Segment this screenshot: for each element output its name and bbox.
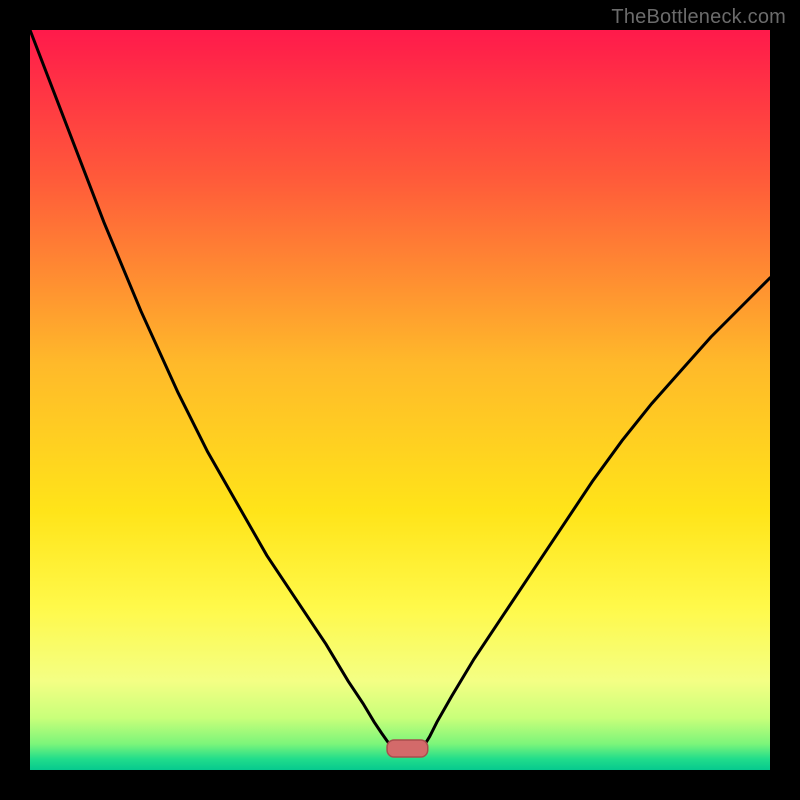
gradient-background (30, 30, 770, 770)
chart-frame: TheBottleneck.com (0, 0, 800, 800)
watermark-text: TheBottleneck.com (611, 6, 786, 29)
optimal-marker (387, 740, 428, 757)
plot-area (30, 30, 770, 770)
bottleneck-chart (30, 30, 770, 770)
